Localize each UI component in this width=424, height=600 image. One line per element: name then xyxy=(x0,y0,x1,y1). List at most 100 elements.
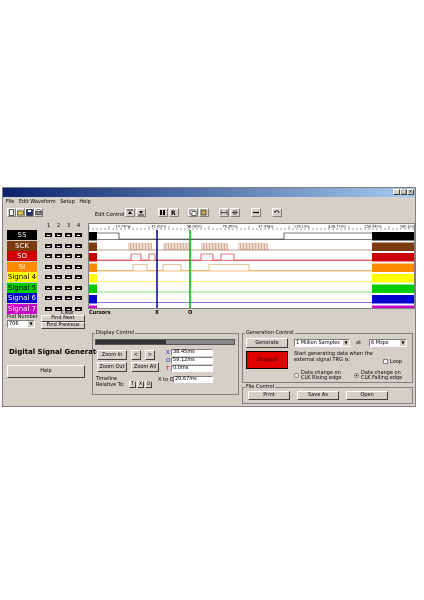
signal-toggle[interactable] xyxy=(45,285,52,290)
zoom-in-button[interactable]: Zoom In xyxy=(97,350,127,360)
signal-toggle[interactable] xyxy=(65,264,72,269)
pod-number-select[interactable]: 706 ▼ xyxy=(7,320,35,328)
signal-toggle[interactable] xyxy=(65,285,72,290)
signal-toggle[interactable] xyxy=(65,296,72,300)
signal-toggle[interactable] xyxy=(45,233,52,237)
svg-text:R: R xyxy=(171,210,176,216)
signal-label[interactable]: SS xyxy=(7,230,37,240)
chevron-down-icon[interactable]: ▼ xyxy=(343,340,349,346)
open-folder-icon[interactable] xyxy=(16,208,25,217)
find-next-button[interactable]: Find Next xyxy=(41,315,85,322)
samples-select[interactable]: 1 Million Samples ▼ xyxy=(294,339,350,347)
x-to-o-field[interactable]: 20.67ms xyxy=(173,376,213,383)
help-button[interactable]: Help xyxy=(7,365,85,378)
signal-toggle[interactable] xyxy=(65,254,72,258)
signal-toggle[interactable] xyxy=(55,254,62,258)
generate-button[interactable]: Generate xyxy=(246,338,288,348)
relative-x-button[interactable]: X xyxy=(137,381,144,388)
bar-select-icon[interactable] xyxy=(158,208,168,217)
signal-toggle[interactable] xyxy=(75,264,82,269)
si-waveform xyxy=(97,264,372,271)
open-button[interactable]: Open xyxy=(346,391,388,400)
t-position-field[interactable]: 0.0ms xyxy=(171,365,213,372)
signal-toggle[interactable] xyxy=(55,233,62,237)
signal-start-bar xyxy=(89,242,97,251)
print-icon[interactable] xyxy=(34,208,43,217)
signal-toggle[interactable] xyxy=(75,233,82,237)
close-icon[interactable]: × xyxy=(407,189,414,195)
relative-to-label: Relative To: xyxy=(96,382,125,388)
signal-toggle[interactable] xyxy=(75,275,82,279)
menu-setup[interactable]: Setup xyxy=(60,198,75,206)
at-label: at xyxy=(356,340,362,346)
signal-toggle[interactable] xyxy=(75,306,82,311)
save-as-button[interactable]: Save As xyxy=(297,391,339,400)
signal-label[interactable]: Signal 5 xyxy=(7,282,37,293)
menu-edit-waveform[interactable]: Edit Waveform xyxy=(19,198,56,206)
waveform-area[interactable]: 14.74ms 35.41ms 56.08ms 76.76ms 97.43ms 118.1… xyxy=(88,223,418,314)
signal-toggle[interactable] xyxy=(45,243,52,248)
chevron-down-icon[interactable]: ▼ xyxy=(400,340,406,346)
relative-o-button[interactable]: O xyxy=(145,381,152,388)
undo-icon[interactable] xyxy=(272,208,282,217)
signal-label[interactable]: Signal 7 xyxy=(7,303,37,314)
signal-label[interactable]: SCK xyxy=(7,240,37,251)
zoom-out-button[interactable]: Zoom Out xyxy=(97,362,127,372)
falling-edge-radio[interactable] xyxy=(354,373,359,378)
minimize-icon[interactable]: _ xyxy=(393,189,400,195)
time-tick-label: 159.44ms xyxy=(364,225,382,229)
next-button[interactable]: > xyxy=(145,350,155,360)
signal-toggle[interactable] xyxy=(45,275,52,279)
app-title: Digital Signal Generator xyxy=(9,348,105,356)
bar-r-icon[interactable]: R xyxy=(169,208,179,217)
expand-icon[interactable] xyxy=(219,208,229,217)
signal-toggle[interactable] xyxy=(65,243,72,248)
menu-file[interactable]: File xyxy=(6,198,14,206)
compress-icon[interactable] xyxy=(230,208,240,217)
scrollbar-thumb[interactable] xyxy=(96,340,166,344)
time-tick-label: 180.12ms xyxy=(400,225,414,229)
maximize-icon[interactable]: □ xyxy=(400,189,407,195)
signal-toggle[interactable] xyxy=(55,296,62,300)
signal-label[interactable]: Signal 6 xyxy=(7,293,37,303)
signal-toggle[interactable] xyxy=(65,275,72,279)
signal-toggle[interactable] xyxy=(75,285,82,290)
relative-t-button[interactable]: T xyxy=(129,381,136,388)
signal-toggle[interactable] xyxy=(75,254,82,258)
signal-label[interactable]: SI xyxy=(7,261,37,272)
signal-toggle[interactable] xyxy=(55,264,62,269)
line-icon[interactable] xyxy=(251,208,261,217)
signal-toggle[interactable] xyxy=(45,264,52,269)
move-down-icon[interactable] xyxy=(136,208,146,217)
signal-toggle[interactable] xyxy=(75,243,82,248)
signal-toggle[interactable] xyxy=(55,243,62,248)
signal-toggle[interactable] xyxy=(55,285,62,290)
zoom-all-button[interactable]: Zoom All xyxy=(131,362,159,372)
move-up-icon[interactable] xyxy=(125,208,135,217)
signal-label[interactable]: SO xyxy=(7,251,37,261)
signal-label[interactable]: Signal 4 xyxy=(7,272,37,282)
signal-toggle[interactable] xyxy=(45,306,52,311)
previous-button[interactable]: < xyxy=(131,350,141,360)
display-scrollbar[interactable] xyxy=(95,339,235,345)
new-file-icon[interactable] xyxy=(7,208,16,217)
signal-toggle[interactable] xyxy=(45,254,52,258)
copy-icon[interactable] xyxy=(188,208,198,217)
signal-toggle[interactable] xyxy=(75,296,82,300)
menu-help[interactable]: Help xyxy=(79,198,90,206)
signal-toggle[interactable] xyxy=(45,296,52,300)
x-position-field[interactable]: 38.45ms xyxy=(171,349,213,356)
signal-start-bar xyxy=(89,263,97,272)
save-icon[interactable] xyxy=(25,208,34,217)
paste-icon[interactable] xyxy=(199,208,209,217)
o-position-field[interactable]: 59.12ms xyxy=(171,357,213,364)
signal-start-bar xyxy=(89,305,97,314)
chevron-down-icon[interactable]: ▼ xyxy=(28,321,34,327)
signal-toggle[interactable] xyxy=(55,275,62,279)
rising-edge-radio[interactable] xyxy=(294,373,299,378)
loop-checkbox[interactable] xyxy=(383,359,388,364)
find-previous-button[interactable]: Find Previous xyxy=(41,322,85,329)
signal-toggle[interactable] xyxy=(65,233,72,237)
rate-select[interactable]: 6 Msps ▼ xyxy=(369,339,407,347)
print-button[interactable]: Print xyxy=(248,391,290,400)
